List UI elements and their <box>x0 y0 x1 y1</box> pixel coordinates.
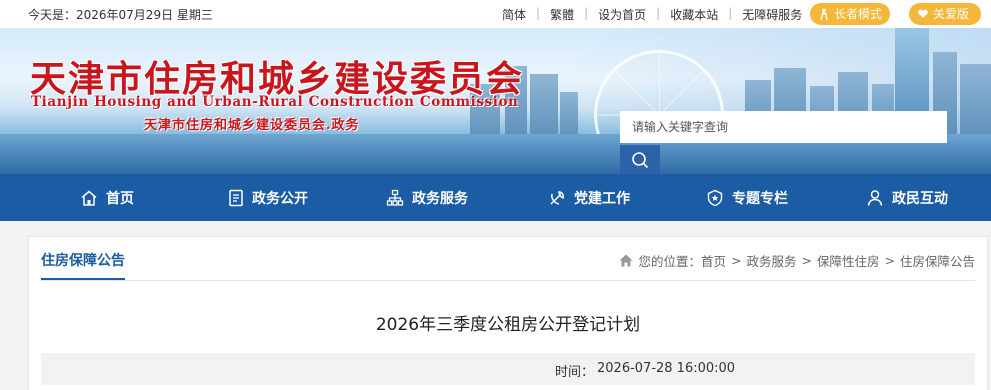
breadcrumb-prefix: 您的位置： <box>638 254 701 269</box>
content-card: 住房保障公告 您的位置： 首页 > 政务服务 > 保障性住房 > 住房保障公告 … <box>28 236 988 390</box>
bookmark-link[interactable]: 收藏本站 <box>670 6 718 23</box>
nav-item-party-building[interactable]: 党建工作 <box>548 174 630 221</box>
top-links: 简体 | 繁體 | 设为首页 | 收藏本站 | 无障碍服务 <box>502 6 802 23</box>
nav-item-label: 首页 <box>106 190 134 207</box>
nav-item-home[interactable]: 首页 <box>80 174 134 221</box>
breadcrumb-gov-services[interactable]: 政务服务 <box>746 251 796 270</box>
site-subtitle: 天津市住房和城乡建设委员会.政务 <box>144 118 360 133</box>
nav-item-label: 政务公开 <box>252 190 308 207</box>
divider: | <box>728 6 733 20</box>
care-version-label: 关爱版 <box>933 7 970 21</box>
document-icon <box>229 189 243 206</box>
nav-item-special-topics[interactable]: 专题专栏 <box>706 174 788 221</box>
nav-item-label: 党建工作 <box>574 190 630 207</box>
nav-item-gov-services[interactable]: 政务服务 <box>386 174 468 221</box>
top-bar: 今天是：2026年07月29日 星期三 简体 | 繁體 | 设为首页 | 收藏本… <box>0 0 991 28</box>
heart-hand-icon <box>918 9 928 18</box>
set-homepage-link[interactable]: 设为首页 <box>598 6 646 23</box>
breadcrumb: 您的位置： 首页 > 政务服务 > 保障性住房 > 住房保障公告 <box>619 251 975 270</box>
badge-icon <box>707 189 723 206</box>
breadcrumb-home[interactable]: 首页 <box>701 251 726 270</box>
home-icon <box>81 190 97 206</box>
nav-item-gov-affairs-open[interactable]: 政务公开 <box>228 174 308 221</box>
search-button[interactable] <box>620 145 660 174</box>
nav-item-public-interaction[interactable]: 政民互动 <box>866 174 948 221</box>
nav-item-label: 政务服务 <box>412 190 468 207</box>
main-nav: 首页 政务公开 政务服务 党建工作 专题专栏 政民互动 <box>0 174 991 221</box>
article-meta-bar: 时间： 2026-07-28 16:00:00 <box>41 353 975 385</box>
divider: | <box>584 6 589 20</box>
header-banner: 天津市住房和城乡建设委员会 Tianjin Housing and Urban-… <box>0 28 991 174</box>
article-title: 2026年三季度公租房公开登记计划 <box>375 315 641 335</box>
search-input[interactable] <box>620 111 947 143</box>
section-header: 住房保障公告 您的位置： 首页 > 政务服务 > 保障性住房 > 住房保障公告 <box>41 237 975 281</box>
user-icon <box>867 189 883 206</box>
breadcrumb-separator: > <box>731 253 742 268</box>
current-date: 今天是：2026年07月29日 星期三 <box>28 8 213 22</box>
elder-mode-label: 长者模式 <box>834 7 883 21</box>
publish-time-label: 时间： <box>555 365 595 380</box>
breadcrumb-housing-notices[interactable]: 住房保障公告 <box>900 251 975 270</box>
section-title: 住房保障公告 <box>41 250 125 280</box>
traditional-chinese-link[interactable]: 繁體 <box>550 6 574 23</box>
breadcrumb-affordable-housing[interactable]: 保障性住房 <box>817 251 880 270</box>
accessibility-link[interactable]: 无障碍服务 <box>742 6 802 23</box>
breadcrumb-separator: > <box>801 253 812 268</box>
divider: | <box>656 6 661 20</box>
divider: | <box>536 6 541 20</box>
nav-item-label: 政民互动 <box>892 190 948 207</box>
site-title-english: Tianjin Housing and Urban-Rural Construc… <box>31 94 519 110</box>
breadcrumb-separator: > <box>884 253 895 268</box>
org-chart-icon <box>386 189 404 206</box>
care-version-button[interactable]: 关爱版 <box>909 3 981 25</box>
home-icon <box>619 254 633 267</box>
nav-item-label: 专题专栏 <box>732 190 788 207</box>
search-icon <box>632 152 649 169</box>
party-emblem-icon <box>550 190 564 205</box>
elder-icon <box>820 8 828 20</box>
publish-time-value: 2026-07-28 16:00:00 <box>597 361 736 376</box>
simplified-chinese-link[interactable]: 简体 <box>502 6 526 23</box>
elder-mode-button[interactable]: 长者模式 <box>810 3 890 25</box>
